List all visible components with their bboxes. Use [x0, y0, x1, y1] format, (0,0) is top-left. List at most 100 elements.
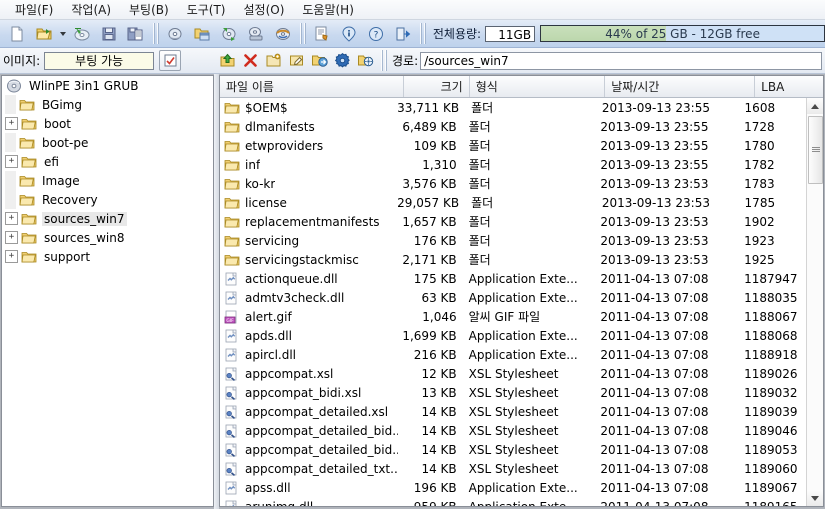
tree-connector-line — [5, 95, 16, 114]
table-row[interactable]: appcompat_detailed_bid... 14 KB XSL Styles… — [220, 421, 806, 440]
cell-file-name: replacementmanifests — [220, 215, 398, 229]
delete-icon[interactable] — [239, 49, 262, 72]
new-folder-icon[interactable] — [262, 49, 285, 72]
table-row[interactable]: servicing 176 KB 폴더 2013-09-13 23:53 1923 — [220, 231, 806, 250]
search-disc-icon[interactable] — [354, 49, 377, 72]
tree-item-boot[interactable]: + boot — [2, 114, 213, 133]
tree-item-image[interactable]: Image — [2, 171, 213, 190]
tree-expand-toggle-icon[interactable]: + — [5, 231, 18, 244]
path-input[interactable]: /sources_win7 — [420, 51, 822, 70]
tree-item-support[interactable]: + support — [2, 247, 213, 266]
table-row[interactable]: replacementmanifests 1,657 KB 폴더 2013-09-13… — [220, 212, 806, 231]
table-row[interactable]: appcompat.xsl 12 KB XSL Stylesheet 2011-04-… — [220, 364, 806, 383]
up-folder-icon[interactable] — [216, 49, 239, 72]
scroll-down-arrow-icon[interactable] — [807, 490, 823, 506]
cell-type: 폴더 — [468, 139, 491, 153]
menu-options[interactable]: 설정(O) — [234, 0, 293, 20]
settings-gear-icon[interactable] — [331, 49, 354, 72]
cell-date: 2011-04-13 07:08 — [600, 328, 709, 343]
table-row[interactable]: license 29,057 KB 폴더 2013-09-13 23:53 1785 — [220, 193, 806, 212]
scroll-up-arrow-icon[interactable] — [807, 98, 823, 114]
open-folder-dropdown-arrow-icon[interactable] — [58, 22, 69, 46]
tree-item-boot-pe[interactable]: boot-pe — [2, 133, 213, 152]
open-image-icon[interactable] — [68, 21, 95, 47]
image-bootable-value[interactable]: 부팅 가능 — [44, 51, 155, 70]
tree-item-sources-win8[interactable]: + sources_win8 — [2, 228, 213, 247]
tree-expand-toggle-icon[interactable]: + — [5, 117, 18, 130]
file-name-label: appcompat_detailed_txt... — [245, 461, 399, 476]
table-row[interactable]: GIF alert.gif 1,046 알씨 GIF 파일 2011-04-13 07:… — [220, 307, 806, 326]
scrollbar-track[interactable] — [807, 114, 823, 490]
table-row[interactable]: arunimg.dll 959 KBApplication Exte...2011… — [220, 497, 806, 506]
table-row[interactable]: $OEM$ 33,711 KB 폴더 2013-09-13 23:55 1608 — [220, 98, 806, 117]
tree-expand-toggle-icon[interactable]: + — [5, 212, 18, 225]
file-list-scrollbar[interactable] — [806, 98, 823, 506]
table-row[interactable]: actionqueue.dll 175 KB Application Exte...… — [220, 269, 806, 288]
table-row[interactable]: appcompat_detailed_txt... 14 KB XSL Styles… — [220, 459, 806, 478]
bootable-check-icon[interactable] — [159, 50, 182, 71]
xsl-icon — [224, 443, 241, 457]
folder-icon — [224, 234, 241, 248]
table-row[interactable]: admtv3check.dll 63 KB Application Exte... 2… — [220, 288, 806, 307]
table-row[interactable]: dlmanifests 6,489 KB 폴더 2013-09-13 23:55 172… — [220, 117, 806, 136]
folder-icon — [224, 101, 241, 115]
properties-icon[interactable] — [309, 21, 336, 47]
table-row[interactable]: etwproviders 109 KB 폴더 2013-09-13 23:55 1780 — [220, 136, 806, 155]
tree-connector-line — [5, 133, 16, 152]
table-row[interactable]: appcompat_bidi.xsl 13 KB XSL Stylesheet 201… — [220, 383, 806, 402]
burn-cd-icon[interactable] — [242, 21, 269, 47]
cell-type: XSL Stylesheet — [468, 442, 559, 457]
table-row[interactable]: ko-kr 3,576 KB 폴더 2013-09-13 23:53 1783 — [220, 174, 806, 193]
extract-icon[interactable] — [308, 49, 331, 72]
column-header-type[interactable]: 형식 — [470, 76, 606, 97]
tree-expand-toggle-icon[interactable]: + — [5, 155, 18, 168]
menu-boot[interactable]: 부팅(B) — [120, 0, 178, 20]
table-row[interactable]: apircl.dll 216 KB Application Exte... 2011-… — [220, 345, 806, 364]
tree-item-sources-win7[interactable]: + sources_win7 — [2, 209, 213, 228]
file-name-label: replacementmanifests — [245, 214, 380, 229]
exit-icon[interactable] — [389, 21, 416, 47]
column-header-date[interactable]: 날짜/시간 — [605, 76, 756, 97]
folder-window-icon[interactable] — [188, 21, 215, 47]
save-icon[interactable] — [95, 21, 122, 47]
tree-root[interactable]: WlinPE 3in1 GRUB — [2, 76, 213, 95]
table-row[interactable]: apss.dll 196 KB Application Exte... 2011-04… — [220, 478, 806, 497]
menu-file[interactable]: 파일(F) — [6, 0, 62, 20]
tree-item-bgimg[interactable]: BGimg — [2, 95, 213, 114]
make-cd-image-icon[interactable] — [162, 21, 189, 47]
save-as-icon[interactable] — [122, 21, 149, 47]
cell-size: 959 KB — [398, 500, 462, 507]
tree-item-efi[interactable]: + efi — [2, 152, 213, 171]
info-icon[interactable] — [336, 21, 363, 47]
cell-type: XSL Stylesheet — [468, 404, 559, 419]
rename-icon[interactable] — [285, 49, 308, 72]
scroll-thumb[interactable] — [808, 116, 823, 184]
capacity-value[interactable]: 11GB — [485, 25, 536, 42]
image-bootable-group: 이미지: 부팅 가능 — [0, 50, 216, 71]
extract-cd-icon[interactable] — [215, 21, 242, 47]
folder-tree-panel[interactable]: WlinPE 3in1 GRUB BGimg + boot boot-pe + efi Im… — [1, 75, 214, 507]
file-list-panel: 파일 이름 크기 형식 날짜/시간 LBA $OEM$ 33,711 KB 폴더 20… — [219, 75, 824, 507]
menu-tools[interactable]: 도구(T) — [178, 0, 235, 20]
new-file-icon[interactable] — [4, 21, 31, 47]
help-icon[interactable]: ? — [362, 21, 389, 47]
column-header-size[interactable]: 크기 — [404, 76, 470, 97]
column-header-name[interactable]: 파일 이름 — [220, 76, 404, 97]
file-list-body[interactable]: $OEM$ 33,711 KB 폴더 2013-09-13 23:55 1608 dlma… — [220, 98, 806, 506]
table-row[interactable]: inf 1,310 폴더 2013-09-13 23:55 1782 — [220, 155, 806, 174]
tree-expand-toggle-icon[interactable]: + — [5, 250, 18, 263]
column-header-lba[interactable]: LBA — [755, 76, 823, 97]
menu-help[interactable]: 도움말(H) — [293, 0, 363, 20]
cell-date: 2011-04-13 07:08 — [600, 480, 709, 495]
table-row[interactable]: servicingstackmisc 2,171 KB 폴더 2013-09-13 2… — [220, 250, 806, 269]
cell-file-name: license — [220, 196, 397, 210]
virtual-drive-icon[interactable] — [269, 21, 296, 47]
cell-lba: 1923 — [744, 233, 775, 248]
table-row[interactable]: appcompat_detailed_bid... 14 KB XSL Styles… — [220, 440, 806, 459]
file-name-label: license — [245, 195, 287, 210]
open-folder-icon[interactable] — [31, 21, 58, 47]
menu-action[interactable]: 작업(A) — [62, 0, 120, 20]
table-row[interactable]: appcompat_detailed.xsl 14 KB XSL Styleshee… — [220, 402, 806, 421]
tree-item-recovery[interactable]: Recovery — [2, 190, 213, 209]
table-row[interactable]: apds.dll 1,699 KB Application Exte... 2011-… — [220, 326, 806, 345]
